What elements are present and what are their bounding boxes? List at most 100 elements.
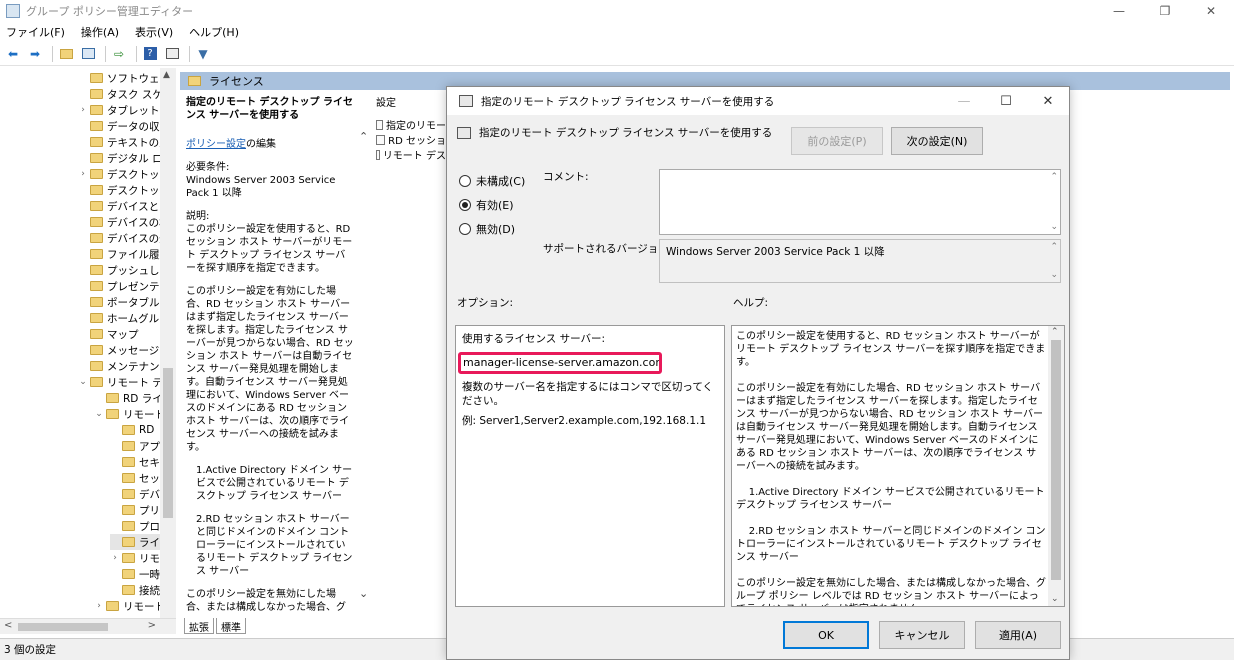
menu-help[interactable]: ヘルプ(H) bbox=[189, 24, 239, 40]
tree-item[interactable]: RD bbox=[110, 422, 154, 438]
tree-item[interactable]: デバイスの登 bbox=[78, 230, 170, 246]
folder-icon bbox=[122, 457, 135, 467]
tree-item[interactable]: デバ bbox=[110, 486, 160, 502]
tree-item[interactable]: セキ bbox=[110, 454, 160, 470]
back-arrow-icon[interactable]: ⬅ bbox=[4, 45, 22, 63]
tree-item[interactable]: ライ bbox=[110, 534, 160, 550]
apply-button[interactable]: 適用(A) bbox=[975, 621, 1061, 649]
chevron-right-icon[interactable]: › bbox=[94, 601, 104, 611]
dialog-close-button[interactable]: ✕ bbox=[1027, 87, 1069, 115]
radio-disabled[interactable]: 無効(D) bbox=[459, 221, 515, 237]
restore-button[interactable]: ❐ bbox=[1142, 0, 1188, 22]
tree-item[interactable]: プレゼンテー bbox=[78, 278, 170, 294]
scroll-thumb[interactable] bbox=[163, 368, 173, 518]
menu-view[interactable]: 表示(V) bbox=[135, 24, 173, 40]
scroll-left-arrow-icon[interactable]: < bbox=[4, 620, 12, 631]
toolbar-separator bbox=[105, 45, 106, 62]
tree-item[interactable]: ⌄ リモート bbox=[94, 406, 165, 422]
help-icon[interactable]: ? bbox=[141, 45, 159, 63]
tree-item[interactable]: › タブレット P bbox=[78, 102, 169, 118]
ok-button[interactable]: OK bbox=[783, 621, 869, 649]
scroll-up-arrow-icon[interactable]: ⌃ bbox=[1051, 326, 1059, 339]
export-icon[interactable]: ⇨ bbox=[110, 45, 128, 63]
tree-item[interactable]: セッ bbox=[110, 470, 160, 486]
radio-enabled[interactable]: 有効(E) bbox=[459, 197, 514, 213]
scroll-down-arrow-icon[interactable]: ⌄ bbox=[1051, 593, 1059, 606]
help-paragraph: このポリシー設定を有効にした場合、RD セッション ホスト サーバーはまず指定し… bbox=[736, 383, 1043, 472]
license-server-input[interactable]: manager-license-server.amazon.com bbox=[458, 352, 662, 374]
tree-item[interactable]: メンテナンス bbox=[78, 358, 170, 374]
chevron-right-icon[interactable]: › bbox=[78, 105, 88, 115]
chevron-down-icon[interactable]: ⌄ bbox=[1050, 270, 1058, 280]
scroll-up-arrow-icon[interactable]: ▲ bbox=[163, 70, 170, 80]
forward-arrow-icon[interactable]: ➡ bbox=[26, 45, 44, 63]
comment-field[interactable]: ⌃ ⌄ bbox=[659, 169, 1061, 235]
description-scrollbar[interactable]: ⌃ ⌄ bbox=[358, 130, 372, 600]
tree-item[interactable]: データの収集 bbox=[78, 118, 170, 134]
menu-action[interactable]: 操作(A) bbox=[81, 24, 119, 40]
scroll-right-arrow-icon[interactable]: > bbox=[148, 620, 156, 631]
properties-icon[interactable] bbox=[79, 45, 97, 63]
tree-item[interactable]: アプ bbox=[110, 438, 160, 454]
tree-item[interactable]: 接続 bbox=[110, 582, 160, 598]
dialog-maximize-button[interactable]: ☐ bbox=[985, 87, 1027, 115]
folder-icon bbox=[122, 489, 135, 499]
tree-item[interactable]: デバイスとド bbox=[78, 198, 170, 214]
chevron-up-icon[interactable]: ⌃ bbox=[1050, 172, 1058, 182]
folder-up-icon[interactable] bbox=[57, 45, 75, 63]
radio-circle[interactable] bbox=[459, 199, 471, 211]
chevron-up-icon[interactable]: ⌃ bbox=[1050, 242, 1058, 252]
chevron-down-icon[interactable]: ⌄ bbox=[359, 587, 368, 600]
tree-item[interactable]: プロ bbox=[110, 518, 160, 534]
tree-item[interactable]: デジタル ロッ bbox=[78, 150, 173, 166]
tree-item[interactable]: テキストの入 bbox=[78, 134, 170, 150]
chevron-down-icon[interactable]: ⌄ bbox=[1050, 222, 1058, 232]
tree-vertical-scrollbar[interactable]: ▲ bbox=[160, 68, 176, 618]
tree-item[interactable]: マップ bbox=[78, 326, 139, 342]
minimize-button[interactable]: — bbox=[1096, 0, 1142, 22]
folder-icon bbox=[106, 601, 119, 611]
tree-item[interactable]: デスクトップ bbox=[78, 182, 170, 198]
settings-column-header[interactable]: 設定 bbox=[376, 94, 456, 109]
scroll-thumb[interactable] bbox=[1051, 340, 1061, 580]
tree-item[interactable]: › リモート bbox=[94, 598, 165, 614]
tree-item[interactable]: 一時 bbox=[110, 566, 160, 582]
tree-item[interactable]: プリ bbox=[110, 502, 160, 518]
policy-setting-dialog: 指定のリモート デスクトップ ライセンス サーバーを使用する — ☐ ✕ 指定の… bbox=[446, 86, 1070, 660]
next-setting-button[interactable]: 次の設定(N) bbox=[891, 127, 983, 155]
chevron-down-icon[interactable]: ⌄ bbox=[94, 409, 104, 419]
scroll-thumb[interactable] bbox=[18, 623, 108, 631]
setting-row[interactable]: RD セッション bbox=[376, 132, 456, 147]
view-icon[interactable] bbox=[163, 45, 181, 63]
menu-file[interactable]: ファイル(F) bbox=[6, 24, 65, 40]
tree-item[interactable]: › デスクトップ bbox=[78, 166, 170, 182]
tab-standard[interactable]: 標準 bbox=[216, 618, 246, 634]
chevron-up-icon[interactable]: ⌃ bbox=[359, 130, 368, 143]
setting-row[interactable]: 指定のリモート bbox=[376, 117, 456, 132]
radio-not-configured[interactable]: 未構成(C) bbox=[459, 173, 525, 189]
tree-horizontal-scrollbar[interactable]: < > bbox=[0, 618, 176, 634]
policy-settings-link[interactable]: ポリシー設定 bbox=[186, 139, 246, 150]
chevron-right-icon[interactable]: › bbox=[110, 553, 120, 563]
previous-setting-button[interactable]: 前の設定(P) bbox=[791, 127, 883, 155]
tree-item[interactable]: デバイスの検 bbox=[78, 214, 170, 230]
radio-circle[interactable] bbox=[459, 223, 471, 235]
chevron-down-icon[interactable]: ⌄ bbox=[78, 377, 88, 387]
filter-icon[interactable]: ▼ bbox=[194, 45, 212, 63]
help-scrollbar[interactable]: ⌃ ⌄ bbox=[1048, 326, 1064, 606]
radio-label: 無効(D) bbox=[476, 223, 516, 236]
close-button[interactable]: ✕ bbox=[1188, 0, 1234, 22]
radio-circle[interactable] bbox=[459, 175, 471, 187]
tree-item[interactable]: RD ライ bbox=[94, 390, 163, 406]
tree-item[interactable]: メッセージン bbox=[78, 342, 170, 358]
setting-row[interactable]: リモート デスク bbox=[376, 147, 456, 162]
options-panel: 使用するライセンス サーバー: manager-license-server.a… bbox=[455, 325, 725, 607]
policy-setting-icon bbox=[459, 95, 473, 107]
tree-item[interactable]: ファイル履歴 bbox=[78, 246, 170, 262]
cancel-button[interactable]: キャンセル bbox=[879, 621, 965, 649]
tree-item[interactable]: プッシュして bbox=[78, 262, 170, 278]
tree-item[interactable]: ホームグルー bbox=[78, 310, 170, 326]
chevron-right-icon[interactable]: › bbox=[78, 169, 88, 179]
tab-extended[interactable]: 拡張 bbox=[184, 618, 214, 634]
tree-item[interactable]: › リモ bbox=[110, 550, 160, 566]
